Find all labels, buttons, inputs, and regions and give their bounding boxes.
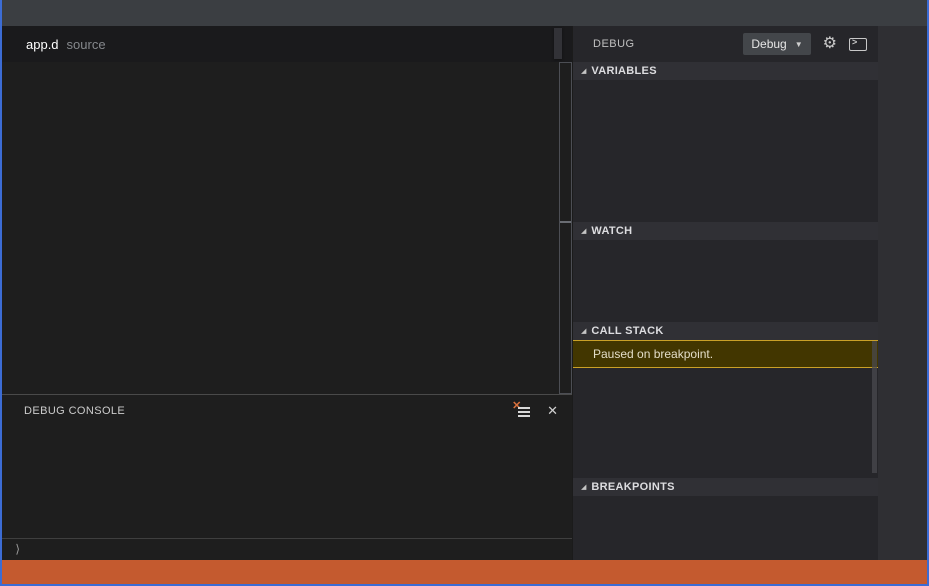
activity-bar [878, 26, 927, 560]
debug-console-input[interactable]: ⟩ [2, 538, 572, 558]
section-header-call-stack[interactable]: ◢ CALL STACK [573, 322, 878, 340]
collapse-icon: ◢ [581, 228, 587, 235]
call-stack-list [573, 368, 878, 478]
sidebar-scrollbar[interactable] [872, 341, 877, 473]
open-console-icon[interactable]: > [849, 37, 867, 51]
console-prompt: ⟩ [14, 541, 22, 556]
tab-file-hint: source [66, 36, 106, 52]
main-area: app.d source DEBUG CONSOLE ✕ ✕ ⟩ DEBUG D… [2, 26, 927, 560]
paused-banner: Paused on breakpoint. [573, 340, 878, 368]
tabbar: app.d source [2, 26, 572, 62]
editor-column: app.d source DEBUG CONSOLE ✕ ✕ ⟩ [2, 26, 572, 560]
debug-sidebar: DEBUG Debug ▼ ⚙ > ◢ VARIABLES ◢ WATCH ◢ … [572, 26, 878, 560]
gear-icon[interactable]: ⚙ [823, 36, 837, 52]
variables-list [573, 80, 878, 222]
section-header-variables[interactable]: ◢ VARIABLES [573, 62, 878, 80]
debug-console-panel: DEBUG CONSOLE ✕ ✕ ⟩ [2, 394, 572, 560]
debug-toolbar [554, 28, 562, 59]
collapse-icon: ◢ [581, 484, 587, 491]
debug-panel-title: DEBUG [593, 38, 635, 50]
watch-list [573, 240, 878, 322]
section-header-breakpoints[interactable]: ◢ BREAKPOINTS [573, 478, 878, 496]
vscode-window: app.d source DEBUG CONSOLE ✕ ✕ ⟩ DEBUG D… [0, 0, 929, 586]
debug-config-dropdown[interactable]: Debug ▼ [743, 33, 811, 55]
code-editor[interactable] [2, 62, 572, 394]
tab-file-name[interactable]: app.d [26, 37, 59, 52]
menubar [2, 0, 927, 26]
debug-console-header: DEBUG CONSOLE ✕ ✕ [2, 395, 572, 423]
section-header-watch[interactable]: ◢ WATCH [573, 222, 878, 240]
status-bar [2, 560, 927, 584]
debug-console-output [2, 423, 572, 429]
breakpoints-list [573, 496, 878, 560]
collapse-icon: ◢ [581, 68, 587, 75]
debug-console-title: DEBUG CONSOLE [24, 405, 126, 417]
clear-console-icon[interactable]: ✕ [512, 400, 531, 418]
chevron-down-icon: ▼ [794, 39, 803, 49]
debug-panel-header: DEBUG Debug ▼ ⚙ > [573, 26, 878, 62]
debug-config-label: Debug [751, 37, 787, 51]
editor-scrollbar[interactable] [559, 62, 572, 394]
close-icon[interactable]: ✕ [547, 403, 558, 419]
collapse-icon: ◢ [581, 328, 587, 335]
